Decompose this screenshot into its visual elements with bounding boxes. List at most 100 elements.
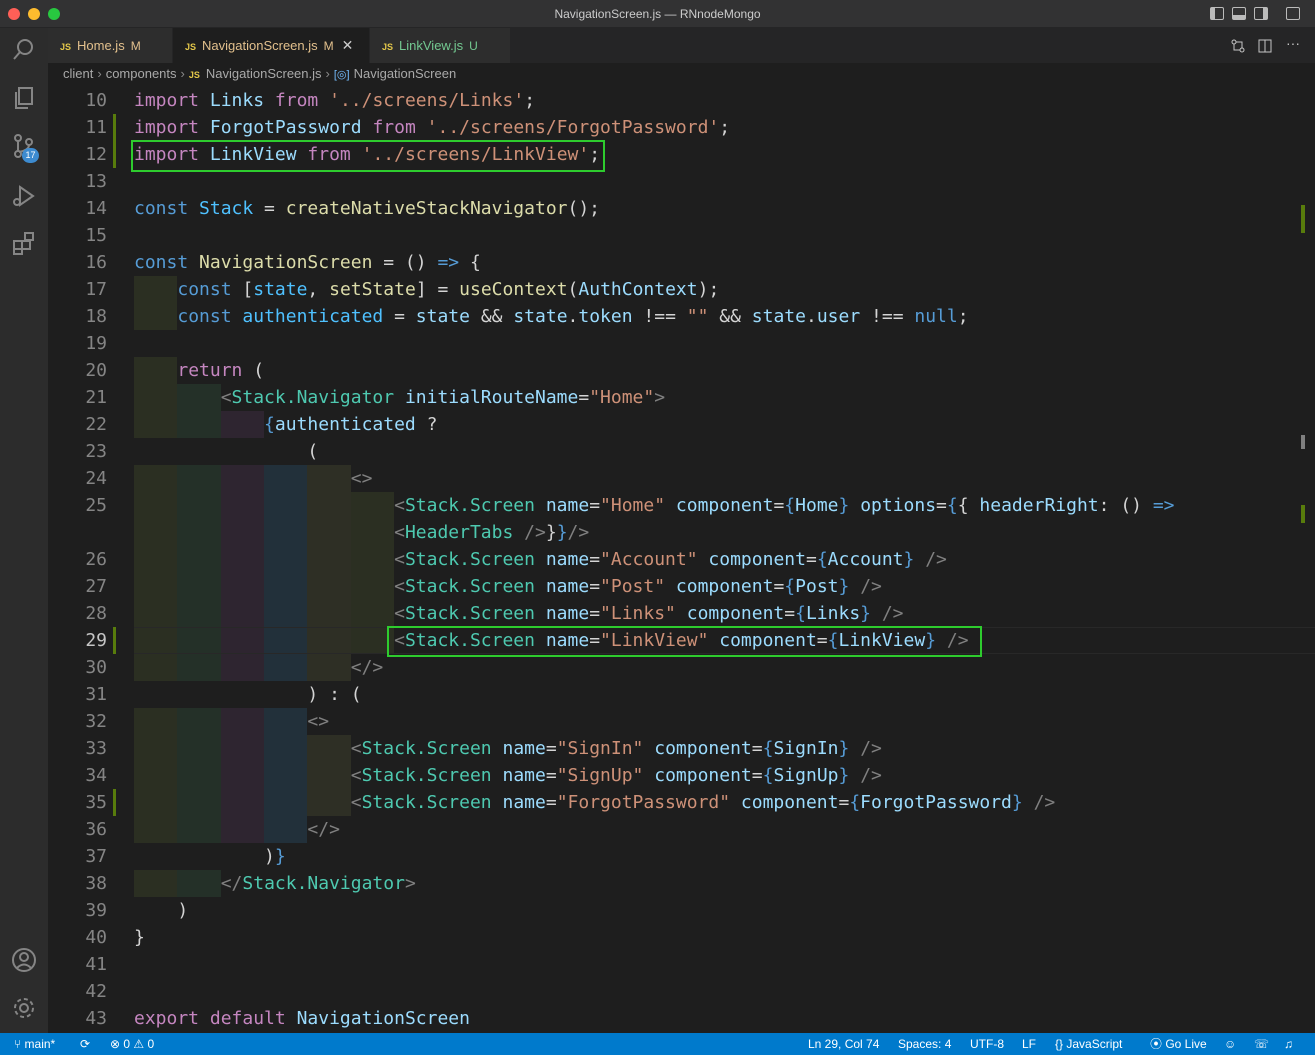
line-number: 22 (85, 414, 107, 435)
code-line: const NavigationScreen = () => { (134, 249, 481, 276)
end-of-line[interactable]: LF (1022, 1033, 1036, 1055)
breadcrumb: client › components › JS NavigationScreen.js ›… (48, 63, 1315, 85)
account-icon[interactable] (10, 946, 38, 974)
toggle-secondary-sidebar-icon[interactable] (1254, 7, 1268, 20)
code-editor[interactable]: 10 import Links from '../screens/Links'; 1… (48, 85, 1315, 1033)
code-token: } (860, 603, 871, 624)
cursor-position[interactable]: Ln 29, Col 74 (808, 1033, 879, 1055)
line-number (48, 519, 107, 546)
code-token: . (805, 306, 817, 327)
branch-icon: ⑂ (14, 1037, 25, 1051)
code-token: component (675, 576, 774, 597)
breadcrumb-file[interactable]: NavigationScreen.js (206, 66, 322, 81)
code-token: "Post" (600, 576, 666, 597)
code-token: } (838, 738, 850, 759)
code-token: const (134, 252, 189, 273)
code-token: : () (1098, 495, 1153, 516)
split-editor-icon[interactable] (1257, 38, 1273, 54)
code-token: => (437, 252, 460, 273)
code-token: options (860, 495, 937, 516)
files-icon[interactable] (10, 84, 38, 112)
status-bar: ⑂ main* ⟳ ⊗ 0 ⚠ 0 Ln 29, Col 74 Spaces: … (0, 1033, 1315, 1055)
code-line: {authenticated ? (134, 411, 437, 438)
tab-home-js[interactable]: JS Home.js M (48, 28, 172, 63)
code-token: ? (415, 414, 438, 435)
copilot-icon[interactable]: ☺ (1224, 1033, 1236, 1055)
code-line: } (134, 924, 145, 951)
line-number: 36 (85, 819, 107, 840)
code-token: = (545, 792, 557, 813)
code-token: "Account" (600, 549, 698, 570)
line-number: 34 (85, 765, 107, 786)
code-token: Stack.Screen (361, 738, 492, 759)
line-number: 29 (85, 630, 107, 651)
code-token: = (545, 738, 557, 759)
tab-status: M (323, 39, 334, 53)
code-token: } (903, 549, 915, 570)
notifications-bell-icon[interactable]: ♫ (1284, 1033, 1293, 1055)
code-token: ) (134, 900, 189, 921)
sync-icon[interactable]: ⟳ (80, 1033, 90, 1055)
braces-icon: {} (1055, 1037, 1067, 1051)
code-token: ( (567, 279, 579, 300)
code-token: AuthContext (578, 279, 698, 300)
code-token: '../screens/ForgotPassword' (426, 117, 720, 138)
indentation[interactable]: Spaces: 4 (898, 1033, 951, 1055)
code-token: default (209, 1008, 286, 1029)
tab-linkview-js[interactable]: JS LinkView.js U (370, 28, 510, 63)
code-token: "Home" (600, 495, 666, 516)
search-icon[interactable] (10, 36, 38, 64)
code-token: { (762, 765, 774, 786)
go-live-button[interactable]: ⦿ Go Live (1150, 1033, 1207, 1055)
code-line: const [state, setState] = useContext(Aut… (134, 276, 719, 303)
code-token: name (502, 738, 546, 759)
code-line: <Stack.Screen name="SignUp" component={S… (134, 762, 882, 789)
tab-navigationscreen-js[interactable]: JS NavigationScreen.js M ✕ (173, 28, 369, 63)
encoding[interactable]: UTF-8 (970, 1033, 1004, 1055)
code-token: => (1152, 495, 1175, 516)
toggle-panel-icon[interactable] (1232, 7, 1246, 20)
code-token: ForgotPassword (209, 117, 362, 138)
code-token: < (394, 495, 405, 516)
open-changes-icon[interactable] (1230, 38, 1246, 54)
language-mode[interactable]: {} JavaScript (1055, 1033, 1122, 1055)
code-token: > (404, 873, 416, 894)
line-number: 43 (85, 1008, 107, 1029)
close-icon[interactable]: ✕ (342, 37, 354, 53)
code-line: <Stack.Screen name="SignIn" component={S… (134, 735, 882, 762)
code-token: Stack (199, 198, 254, 219)
run-debug-icon[interactable] (10, 182, 38, 210)
source-control-badge: 17 (22, 148, 39, 163)
breadcrumb-folder-client[interactable]: client (63, 66, 93, 81)
toggle-sidebar-icon[interactable] (1210, 7, 1224, 20)
code-token: Stack.Navigator (231, 387, 395, 408)
breadcrumb-symbol[interactable]: NavigationScreen (354, 66, 457, 81)
code-token: const (134, 198, 189, 219)
code-token: { (784, 576, 796, 597)
problems-indicator[interactable]: ⊗ 0 ⚠ 0 (110, 1033, 154, 1055)
code-token: import (134, 117, 200, 138)
branch-indicator[interactable]: ⑂ main* (14, 1033, 55, 1055)
code-token: Account (827, 549, 904, 570)
breadcrumb-folder-components[interactable]: components (106, 66, 177, 81)
feedback-icon[interactable]: ☏ (1254, 1033, 1269, 1055)
code-token: component (686, 603, 785, 624)
more-actions-icon[interactable]: ··· (1286, 36, 1302, 54)
code-token: } (545, 522, 557, 543)
gear-icon[interactable] (10, 994, 38, 1022)
extensions-icon[interactable] (10, 230, 38, 258)
customize-layout-icon[interactable] (1286, 7, 1300, 20)
